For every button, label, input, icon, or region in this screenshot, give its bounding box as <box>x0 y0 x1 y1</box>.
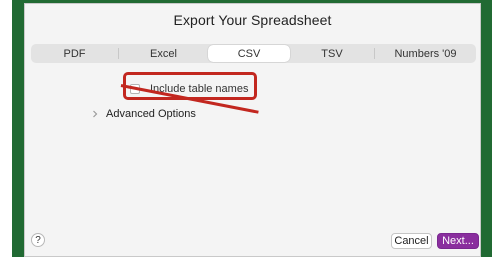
format-tabs: PDF Excel CSV TSV Numbers '09 <box>31 44 476 63</box>
tab-excel[interactable]: Excel <box>119 44 208 63</box>
export-dialog: Export Your Spreadsheet PDF Excel CSV TS… <box>24 3 481 257</box>
tab-numbers-09[interactable]: Numbers '09 <box>375 44 476 63</box>
advanced-options-label: Advanced Options <box>106 108 196 120</box>
help-button[interactable]: ? <box>31 233 45 247</box>
tab-tsv[interactable]: TSV <box>290 44 374 63</box>
tab-csv[interactable]: CSV <box>208 45 290 62</box>
cancel-button[interactable]: Cancel <box>391 233 432 249</box>
dialog-title: Export Your Spreadsheet <box>173 12 332 28</box>
chevron-right-icon <box>93 110 98 118</box>
tab-pdf[interactable]: PDF <box>31 44 118 63</box>
annotation-box <box>123 72 257 100</box>
next-button[interactable]: Next... <box>437 233 479 249</box>
advanced-options-toggle[interactable]: Advanced Options <box>90 108 196 120</box>
